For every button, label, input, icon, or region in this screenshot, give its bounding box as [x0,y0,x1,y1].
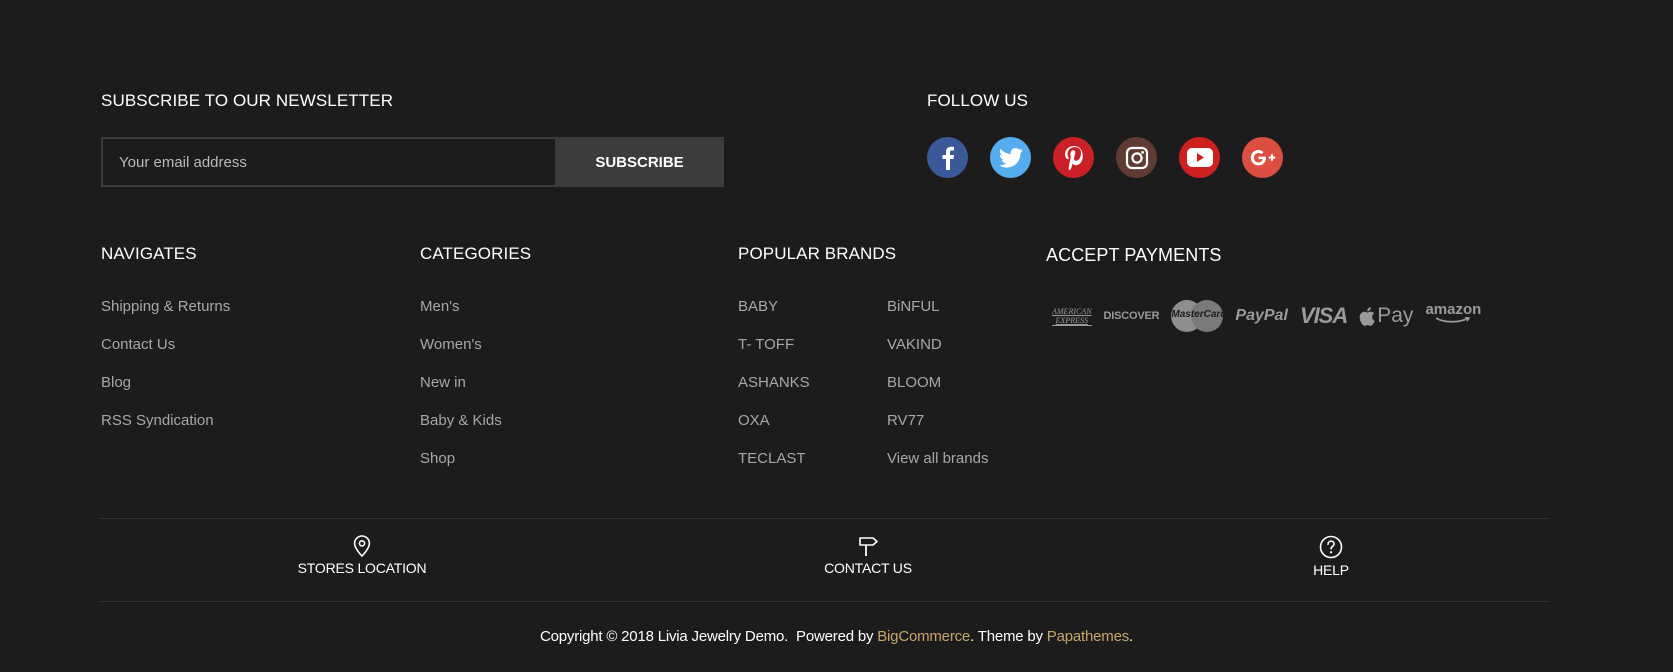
payment-methods: AMERICAN EXPRESS DISCOVER MasterCard Pay… [1050,300,1493,332]
categories-heading: CATEGORIES [420,244,532,263]
brands-list-col1: BABY T- TOFF ASHANKS OXA TECLAST [738,288,810,478]
subscribe-button[interactable]: SUBSCRIBE [555,137,724,187]
list-item: BiNFUL [887,288,988,326]
brand-link[interactable]: OXA [738,412,770,429]
apple-icon [1359,306,1375,326]
brand-link[interactable]: BiNFUL [887,298,940,315]
list-item: New in [420,364,502,402]
brand-link[interactable]: RV77 [887,412,924,429]
category-link-baby-kids[interactable]: Baby & Kids [420,412,502,429]
apple-pay-icon: Pay [1359,304,1413,328]
view-all-brands-link[interactable]: View all brands [887,450,988,467]
signpost-icon [859,537,878,556]
list-item: BLOOM [887,364,988,402]
copyright-suffix: . [1129,628,1133,645]
brand-link[interactable]: VAKIND [887,336,942,353]
brand-link[interactable]: BABY [738,298,778,315]
social-links [927,137,1283,178]
nav-link-blog[interactable]: Blog [101,374,131,391]
list-item: Shipping & Returns [101,288,230,326]
copyright-prefix: Copyright © 2018 Livia Jewelry Demo. Pow… [539,628,878,645]
list-item: Blog [101,364,230,402]
help-link[interactable]: HELP [1301,535,1361,578]
list-item: RSS Syndication [101,402,230,440]
apple-pay-label: Pay [1377,304,1414,327]
list-item: View all brands [887,440,988,478]
twitter-icon[interactable] [990,137,1031,178]
newsletter-heading: SUBSCRIBE TO OUR NEWSLETTER [101,91,394,110]
list-item: RV77 [887,402,988,440]
navigates-list: Shipping & Returns Contact Us Blog RSS S… [101,288,230,440]
navigates-heading: NAVIGATES [101,244,197,263]
help-label: HELP [1313,562,1349,578]
list-item: Men's [420,288,502,326]
copyright-middle: . Theme by [970,628,1047,645]
payments-heading: ACCEPT PAYMENTS [1046,245,1222,265]
divider [101,601,1549,602]
amazon-smile-icon [1435,316,1471,323]
category-link-shop[interactable]: Shop [420,450,455,467]
mastercard-icon: MasterCard [1171,300,1227,332]
divider [101,518,1549,519]
newsletter-form: SUBSCRIBE [101,137,724,187]
brands-list-col2: BiNFUL VAKIND BLOOM RV77 View all brands [887,288,988,478]
list-item: VAKIND [887,326,988,364]
papathemes-link[interactable]: Papathemes [1047,628,1129,645]
list-item: T- TOFF [738,326,810,364]
list-item: BABY [738,288,810,326]
brand-link[interactable]: TECLAST [738,450,806,467]
list-item: Baby & Kids [420,402,502,440]
list-item: ASHANKS [738,364,810,402]
pinterest-icon[interactable] [1053,137,1094,178]
categories-list: Men's Women's New in Baby & Kids Shop [420,288,502,478]
location-pin-icon [353,535,371,557]
facebook-icon[interactable] [927,137,968,178]
email-input[interactable] [101,137,555,187]
mastercard-label: MasterCard [1171,309,1227,320]
paypal-icon: PayPal [1235,307,1288,324]
category-link-new-in[interactable]: New in [420,374,466,391]
google-plus-icon[interactable] [1242,137,1283,178]
youtube-icon[interactable] [1179,137,1220,178]
category-link-womens[interactable]: Women's [420,336,482,353]
list-item: Contact Us [101,326,230,364]
stores-location-link[interactable]: STORES LOCATION [298,535,427,576]
brand-link[interactable]: BLOOM [887,374,941,391]
nav-link-rss[interactable]: RSS Syndication [101,412,214,429]
instagram-icon[interactable] [1116,137,1157,178]
amazon-label: amazon [1425,300,1482,318]
discover-icon: DISCOVER [1103,310,1160,322]
list-item: TECLAST [738,440,810,478]
list-item: Shop [420,440,502,478]
contact-us-link[interactable]: CONTACT US [818,535,918,576]
amex-icon: AMERICAN EXPRESS [1052,307,1092,326]
brand-link[interactable]: ASHANKS [738,374,810,391]
brand-link[interactable]: T- TOFF [738,336,794,353]
visa-icon: VISA [1299,303,1348,328]
amex-line1: AMERICAN [1052,306,1092,316]
amex-line2: EXPRESS [1055,315,1088,325]
brands-heading: POPULAR BRANDS [738,244,897,263]
follow-heading: FOLLOW US [927,91,1029,110]
nav-link-shipping-returns[interactable]: Shipping & Returns [101,298,230,315]
list-item: OXA [738,402,810,440]
contact-us-label: CONTACT US [824,560,912,576]
bigcommerce-link[interactable]: BigCommerce [877,628,970,645]
nav-link-contact-us[interactable]: Contact Us [101,336,175,353]
copyright: Copyright © 2018 Livia Jewelry Demo. Pow… [0,628,1673,645]
amazon-icon: amazon [1425,300,1482,324]
list-item: Women's [420,326,502,364]
stores-location-label: STORES LOCATION [297,560,427,576]
category-link-mens[interactable]: Men's [420,298,460,315]
help-circle-icon [1319,535,1343,559]
